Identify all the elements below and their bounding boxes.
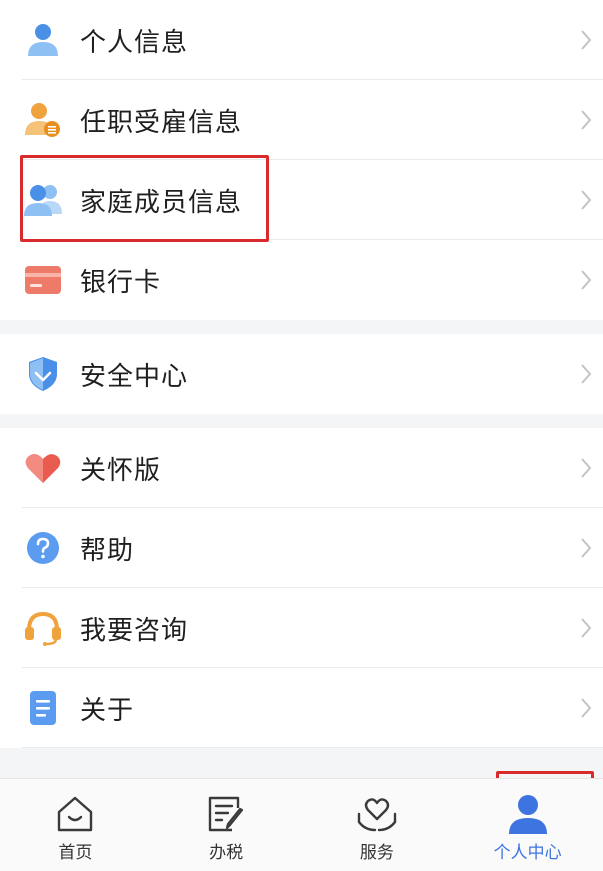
menu-item-personal-info[interactable]: 个人信息 xyxy=(0,0,603,80)
shield-icon xyxy=(22,353,64,395)
person-icon xyxy=(22,19,64,61)
menu-item-label: 安全中心 xyxy=(80,361,189,392)
chevron-right-icon xyxy=(581,30,592,50)
heart-icon xyxy=(22,447,64,489)
menu-item-label: 银行卡 xyxy=(80,267,162,298)
menu-item-consult[interactable]: 我要咨询 xyxy=(0,588,603,668)
user-icon xyxy=(506,792,550,836)
tab-tax[interactable]: 办税 xyxy=(151,779,302,871)
support-group: 关怀版 帮助 我要咨询 关于 xyxy=(0,428,603,748)
chevron-right-icon xyxy=(581,538,592,558)
service-heart-hands-icon xyxy=(355,792,399,836)
menu-item-label: 关于 xyxy=(80,695,135,726)
chevron-right-icon xyxy=(581,698,592,718)
chevron-right-icon xyxy=(581,364,592,384)
tab-label: 个人中心 xyxy=(493,842,562,863)
menu-item-bank-card[interactable]: 银行卡 xyxy=(0,240,603,320)
menu-item-label: 我要咨询 xyxy=(80,615,189,646)
menu-item-family-info[interactable]: 家庭成员信息 xyxy=(0,160,603,240)
chevron-right-icon xyxy=(581,190,592,210)
question-icon xyxy=(22,527,64,569)
menu-item-employment-info[interactable]: 任职受雇信息 xyxy=(0,80,603,160)
menu-item-label: 帮助 xyxy=(80,535,135,566)
tab-label: 服务 xyxy=(359,842,394,863)
tab-service[interactable]: 服务 xyxy=(302,779,453,871)
chevron-right-icon xyxy=(581,458,592,478)
section-gap xyxy=(0,414,603,428)
chevron-right-icon xyxy=(581,270,592,290)
chevron-right-icon xyxy=(581,110,592,130)
bank-card-icon xyxy=(22,259,64,301)
tax-form-icon xyxy=(204,792,248,836)
menu-item-label: 关怀版 xyxy=(80,455,162,486)
section-gap xyxy=(0,320,603,334)
row-divider xyxy=(22,747,603,748)
tab-label: 首页 xyxy=(58,842,93,863)
menu-item-label: 任职受雇信息 xyxy=(80,107,243,138)
document-icon xyxy=(22,687,64,729)
security-group: 安全中心 xyxy=(0,334,603,414)
chevron-right-icon xyxy=(581,618,592,638)
family-icon xyxy=(22,179,64,221)
home-icon xyxy=(53,792,97,836)
menu-item-label: 家庭成员信息 xyxy=(80,187,243,218)
profile-info-group: 个人信息 任职受雇信息 家庭成员信息 银行卡 xyxy=(0,0,603,320)
menu-item-about[interactable]: 关于 xyxy=(0,668,603,748)
tab-label: 办税 xyxy=(209,842,244,863)
menu-item-care-version[interactable]: 关怀版 xyxy=(0,428,603,508)
menu-item-help[interactable]: 帮助 xyxy=(0,508,603,588)
menu-item-label: 个人信息 xyxy=(80,27,189,58)
headset-icon xyxy=(22,607,64,649)
employee-icon xyxy=(22,99,64,141)
bottom-tab-bar: 首页 办税 服务 个人中心 xyxy=(0,778,603,871)
tab-personal-center[interactable]: 个人中心 xyxy=(452,779,603,871)
menu-item-security-center[interactable]: 安全中心 xyxy=(0,334,603,414)
tab-home[interactable]: 首页 xyxy=(0,779,151,871)
